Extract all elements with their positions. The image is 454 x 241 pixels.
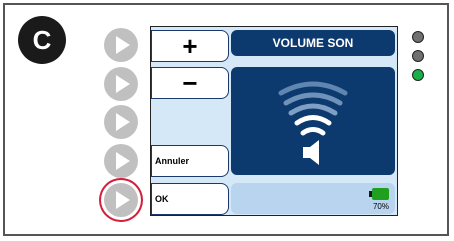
side-button-ok[interactable] xyxy=(104,183,138,217)
softkey-ok[interactable]: OK xyxy=(151,183,229,215)
lcd-screen: + − Annuler OK VOLUME SON 70% xyxy=(150,26,398,216)
battery-percent: 70% xyxy=(372,202,389,211)
play-arrow-icon xyxy=(116,152,130,170)
step-badge-letter: C xyxy=(32,24,52,55)
volume-speaker-icon xyxy=(278,81,348,165)
side-button-3[interactable] xyxy=(104,105,138,139)
volume-arc-5 xyxy=(278,81,348,96)
side-button-1[interactable] xyxy=(104,28,138,62)
softkey-plus[interactable]: + xyxy=(151,30,229,62)
softkey-annuler[interactable]: Annuler xyxy=(151,145,229,177)
play-arrow-icon xyxy=(116,36,130,54)
volume-arc-1 xyxy=(300,127,326,136)
screen-title-text: VOLUME SON xyxy=(272,36,354,50)
play-arrow-icon xyxy=(116,75,130,93)
indicator-led-1 xyxy=(412,31,424,43)
screen-title: VOLUME SON xyxy=(231,30,395,56)
indicator-led-2 xyxy=(412,50,424,62)
battery-icon xyxy=(369,188,389,200)
volume-panel xyxy=(231,67,395,175)
speaker-body xyxy=(303,147,310,158)
side-button-2[interactable] xyxy=(104,67,138,101)
play-arrow-icon xyxy=(116,113,130,131)
softkey-ok-label: OK xyxy=(155,194,169,204)
softkey-plus-label: + xyxy=(182,30,198,61)
softkey-annuler-label: Annuler xyxy=(155,156,190,166)
softkey-minus-label: − xyxy=(182,67,198,98)
volume-arc-4 xyxy=(283,92,343,106)
side-button-4[interactable] xyxy=(104,144,138,178)
volume-arc-3 xyxy=(288,103,338,116)
indicator-led-3 xyxy=(412,69,424,81)
softkey-minus[interactable]: − xyxy=(151,67,229,99)
status-bar: 70% xyxy=(231,183,395,214)
step-badge: C xyxy=(18,16,66,64)
volume-arc-2 xyxy=(294,115,332,126)
speaker-cone xyxy=(310,140,319,165)
play-arrow-icon xyxy=(116,191,130,209)
